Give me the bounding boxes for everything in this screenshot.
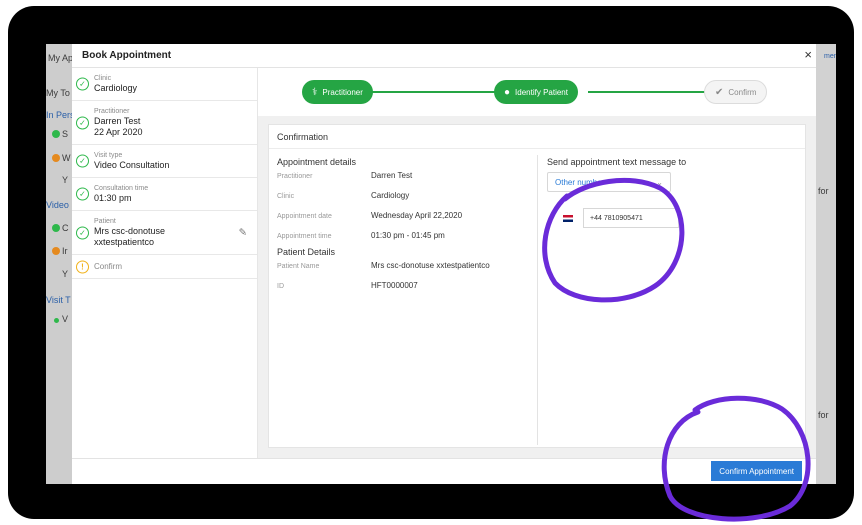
step-value: Video Consultation — [94, 160, 170, 170]
detail-row: ID HFT0000007 — [277, 281, 537, 301]
bg-status-dot — [52, 154, 60, 162]
check-circle-icon: ✓ — [76, 116, 89, 129]
step-value-secondary: 22 Apr 2020 — [94, 127, 143, 137]
checkmark-icon: ✔ — [715, 86, 724, 98]
select-value: Other number — [555, 177, 605, 187]
content-area: ⚕ Practitioner ● Identify Patient ✔ Conf… — [258, 68, 816, 458]
modal-footer: Confirm Appointment — [72, 458, 816, 484]
user-icon: ● — [504, 86, 511, 98]
step-confirm[interactable]: ! Confirm — [72, 255, 257, 279]
detail-key: Clinic — [277, 193, 295, 200]
progress-tracker: ⚕ Practitioner ● Identify Patient ✔ Conf… — [258, 68, 816, 116]
recipient-select[interactable]: Other number ⌄ — [547, 172, 671, 192]
progress-step-label: Confirm — [728, 87, 757, 97]
step-label: Practitioner — [94, 108, 130, 115]
modal-title: Book Appointment — [82, 50, 172, 61]
phone-row: +44 7810905471 — [547, 208, 686, 228]
bg-letter: Y — [62, 175, 69, 185]
step-value: Darren Test — [94, 116, 141, 126]
step-practitioner[interactable]: ✓ Practitioner Darren Test 22 Apr 2020 — [72, 101, 257, 145]
appointment-details: Appointment details Practitioner Darren … — [277, 157, 537, 301]
detail-row: Clinic Cardiology — [277, 191, 537, 211]
bg-status-dot — [52, 224, 60, 232]
booking-steps-panel: ✓ Clinic Cardiology ✓ Practitioner Darre… — [72, 68, 258, 458]
modal-header: Book Appointment — [72, 44, 816, 68]
detail-row: Appointment date Wednesday April 22,2020 — [277, 211, 537, 231]
divider — [537, 155, 538, 445]
step-label: Consultation time — [94, 185, 149, 192]
bg-status-dot — [52, 247, 60, 255]
sms-title: Send appointment text message to — [547, 157, 687, 167]
detail-value: Mrs csc-donotuse xxtestpatientco — [371, 261, 490, 270]
bg-letter: Ir — [62, 246, 68, 256]
confirm-appointment-button[interactable]: Confirm Appointment — [711, 461, 802, 481]
detail-row: Practitioner Darren Test — [277, 171, 537, 191]
step-label: Visit type — [94, 152, 123, 159]
bg-letter: Y — [62, 269, 69, 279]
step-value: 01:30 pm — [94, 193, 132, 203]
uk-flag-icon[interactable] — [563, 214, 573, 222]
check-circle-icon: ✓ — [76, 187, 89, 201]
step-value: Cardiology — [94, 83, 138, 93]
step-label: Patient — [94, 218, 116, 225]
bg-nav-fragment: Visit T — [46, 295, 71, 305]
detail-key: ID — [277, 283, 284, 290]
detail-row: Patient Name Mrs csc-donotuse xxtestpati… — [277, 261, 537, 281]
book-appointment-modal: Book Appointment × ✓ Clinic Cardiology ✓… — [72, 44, 816, 484]
bg-nav-fragment: My To — [46, 88, 70, 98]
detail-value: HFT0000007 — [371, 281, 418, 290]
detail-key: Practitioner — [277, 173, 313, 180]
close-icon[interactable]: × — [804, 47, 812, 62]
warning-circle-icon: ! — [76, 260, 89, 273]
pencil-icon[interactable]: ✎ — [239, 227, 247, 238]
bg-letter: W — [62, 153, 71, 163]
step-consultation-time[interactable]: ✓ Consultation time 01:30 pm — [72, 178, 257, 211]
sms-section: Send appointment text message to Other n… — [547, 157, 686, 228]
step-value-secondary: xxtestpatientco — [94, 237, 155, 247]
progress-step-label: Identify Patient — [515, 87, 568, 97]
check-circle-icon: ✓ — [76, 226, 89, 239]
step-patient[interactable]: ✓ Patient Mrs csc-donotuse xxtestpatient… — [72, 211, 257, 255]
detail-value: Darren Test — [371, 171, 413, 180]
progress-step-practitioner[interactable]: ⚕ Practitioner — [302, 80, 373, 104]
section-title: Appointment details — [277, 157, 357, 167]
check-circle-icon: ✓ — [76, 154, 89, 168]
bg-letter: V — [62, 314, 69, 324]
bg-status-dot — [52, 130, 60, 138]
stethoscope-icon: ⚕ — [312, 86, 318, 98]
bg-top-right-fragment: men — [824, 53, 836, 60]
step-value: Mrs csc-donotuse — [94, 226, 166, 236]
section-title: Patient Details — [277, 247, 336, 257]
check-circle-icon: ✓ — [76, 77, 89, 91]
detail-value: Wednesday April 22,2020 — [371, 211, 463, 220]
step-visit-type[interactable]: ✓ Visit type Video Consultation — [72, 145, 257, 178]
confirmation-title: Confirmation — [269, 125, 805, 149]
phone-input[interactable]: +44 7810905471 — [583, 208, 679, 228]
confirmation-card: Confirmation Appointment details Practit… — [268, 124, 806, 448]
bg-nav-fragment: Video — [46, 200, 69, 210]
progress-step-identify-patient[interactable]: ● Identify Patient — [494, 80, 578, 104]
progress-step-label: Practitioner — [322, 87, 363, 97]
bg-nav-fragment: In Pers — [46, 110, 75, 120]
step-clinic[interactable]: ✓ Clinic Cardiology — [72, 68, 257, 101]
bg-status-dot — [54, 318, 59, 323]
app-screen: My App My To In Pers S W Y Video C Ir Y … — [46, 44, 836, 484]
progress-connector — [368, 91, 500, 93]
detail-key: Patient Name — [277, 263, 320, 270]
step-label: Clinic — [94, 75, 112, 82]
progress-connector — [588, 91, 708, 93]
device-frame: My App My To In Pers S W Y Video C Ir Y … — [8, 6, 854, 519]
bg-letter: S — [62, 129, 69, 139]
step-label: Confirm — [94, 262, 123, 271]
bg-letter: C — [62, 223, 69, 233]
bg-right-fragment: for — [818, 410, 829, 420]
detail-value: 01:30 pm - 01:45 pm — [371, 231, 445, 240]
chevron-down-icon: ⌄ — [656, 177, 663, 187]
progress-step-confirm[interactable]: ✔ Confirm — [704, 80, 768, 104]
bg-right-fragment: for — [818, 186, 829, 196]
detail-key: Appointment time — [277, 233, 332, 240]
detail-value: Cardiology — [371, 191, 410, 200]
detail-key: Appointment date — [277, 213, 332, 220]
